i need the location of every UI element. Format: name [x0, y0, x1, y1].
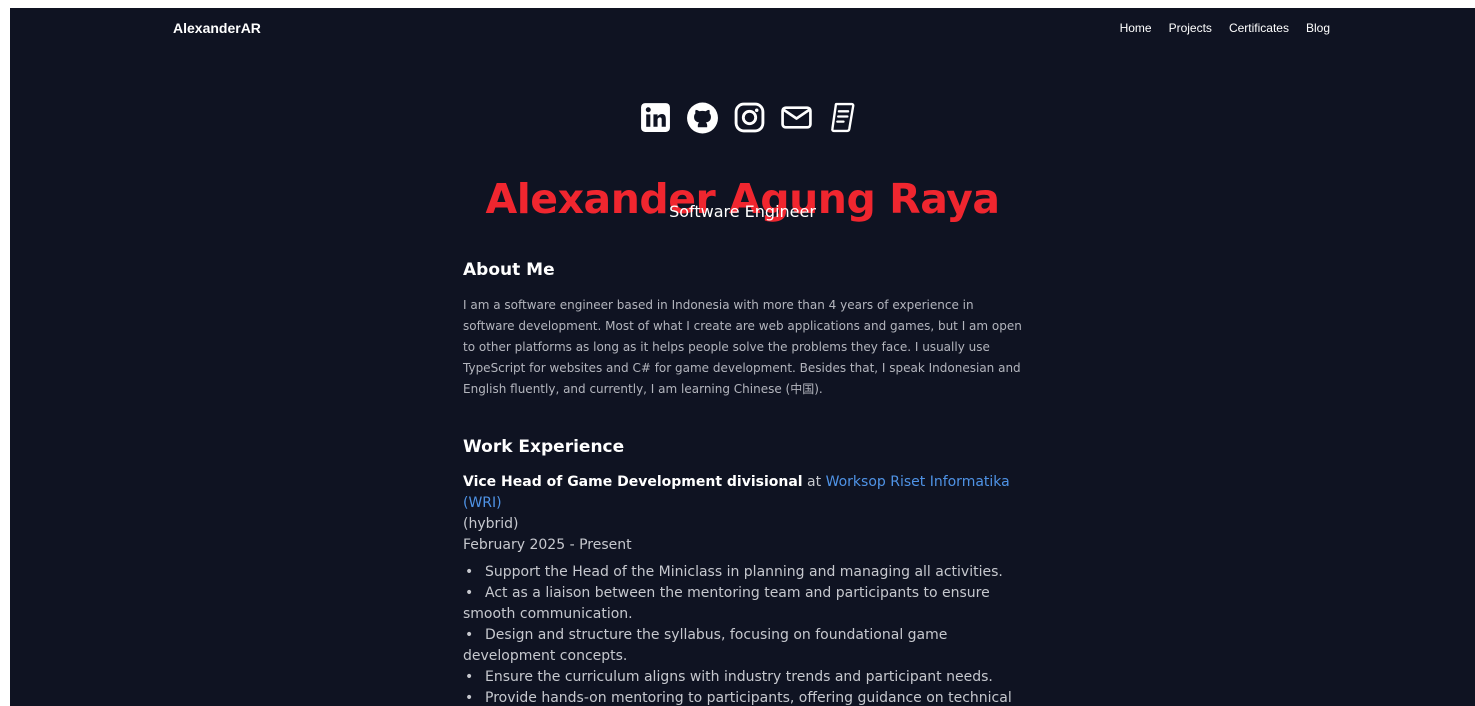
job-mode: (hybrid) — [463, 516, 519, 532]
nav-home-link[interactable]: Home — [1120, 21, 1152, 35]
github-icon[interactable] — [686, 101, 719, 134]
instagram-icon[interactable] — [733, 101, 766, 134]
duty-item: • Provide hands-on mentoring to participa… — [463, 688, 1028, 706]
duty-item: • Act as a liaison between the mentoring … — [463, 585, 990, 622]
mail-icon[interactable] — [780, 101, 813, 134]
duty-text: Support the Head of the Miniclass in pla… — [485, 564, 1003, 580]
duty-text: Ensure the curriculum aligns with indust… — [485, 669, 993, 685]
job-at-label: at — [807, 474, 822, 490]
hero-role: Software Engineer — [669, 202, 816, 221]
duty-item: • Ensure the curriculum aligns with indus… — [465, 669, 993, 685]
duty-text: Design and structure the syllabus, focus… — [463, 627, 948, 664]
job-date: February 2025 - Present — [463, 537, 632, 553]
duty-item: • Support the Head of the Miniclass in pl… — [465, 564, 1003, 580]
work-title: Work Experience — [463, 437, 625, 457]
social-links — [639, 101, 860, 134]
job-entry: Vice Head of Game Development divisional… — [463, 472, 1028, 706]
about-text: I am a software engineer based in Indone… — [463, 298, 1022, 396]
nav-links: Home Projects Certificates Blog — [1120, 21, 1330, 35]
brand-logo[interactable]: AlexanderAR — [173, 20, 261, 36]
document-icon[interactable] — [827, 101, 860, 134]
duty-text: Provide hands-on mentoring to participan… — [485, 690, 1012, 706]
job-title: Vice Head of Game Development divisional — [463, 474, 803, 490]
duty-text: Act as a liaison between the mentoring t… — [463, 585, 990, 622]
job-duties: • Support the Head of the Miniclass in pl… — [463, 562, 1028, 706]
nav-certificates-link[interactable]: Certificates — [1229, 21, 1289, 35]
main-content: About Me I am a software engineer based … — [463, 260, 1028, 706]
linkedin-icon[interactable] — [639, 101, 672, 134]
about-title: About Me — [463, 260, 555, 280]
nav-projects-link[interactable]: Projects — [1169, 21, 1212, 35]
about-section: About Me I am a software engineer based … — [463, 260, 1028, 400]
navbar: AlexanderAR Home Projects Certificates B… — [10, 8, 1475, 50]
nav-blog-link[interactable]: Blog — [1306, 21, 1330, 35]
work-section: Work Experience Vice Head of Game Develo… — [463, 437, 1028, 706]
page-frame: AlexanderAR Home Projects Certificates B… — [10, 8, 1475, 706]
duty-item: • Design and structure the syllabus, focu… — [463, 627, 948, 664]
job-header: Vice Head of Game Development divisional… — [463, 472, 1028, 535]
